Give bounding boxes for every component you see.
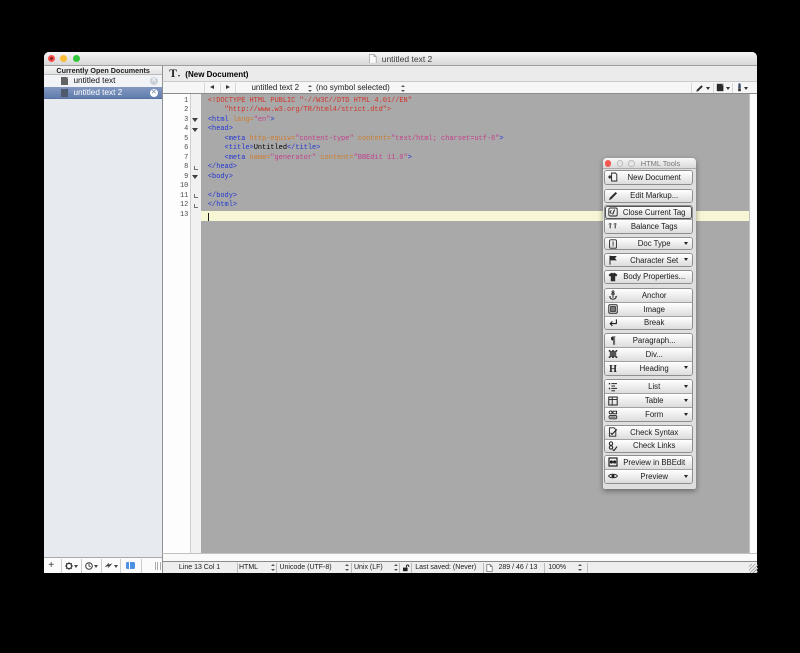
svg-text:!: ! <box>612 241 614 248</box>
